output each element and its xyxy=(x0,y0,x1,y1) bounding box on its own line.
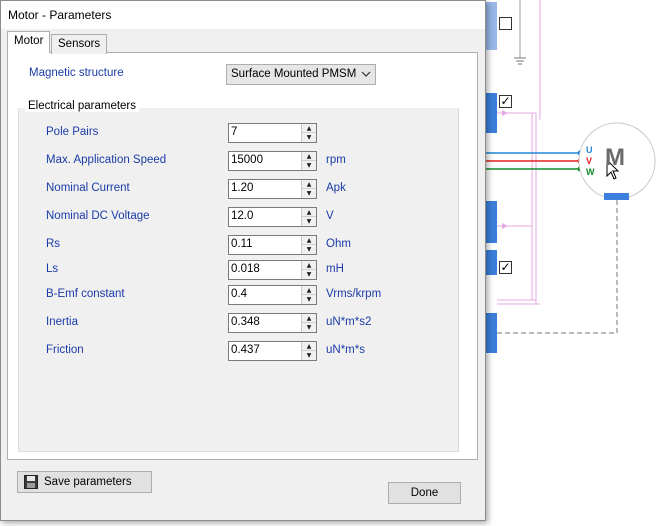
spin-up-icon[interactable]: ▲ xyxy=(302,236,316,245)
inertia-label: Inertia xyxy=(46,316,78,328)
friction-unit: uN*m*s xyxy=(326,344,365,356)
chevron-down-icon xyxy=(361,66,371,85)
ls-unit: mH xyxy=(326,263,344,275)
spin-buttons: ▲ ▼ xyxy=(301,286,316,304)
bemf-constant-input[interactable]: 0.4 ▲ ▼ xyxy=(228,285,317,305)
bemf-constant-unit: Vrms/krpm xyxy=(326,288,382,300)
spin-up-icon[interactable]: ▲ xyxy=(302,314,316,323)
spin-up-icon[interactable]: ▲ xyxy=(302,180,316,189)
ls-value: 0.018 xyxy=(231,263,260,275)
spin-buttons: ▲ ▼ xyxy=(301,314,316,332)
window-title: Motor - Parameters xyxy=(8,8,112,22)
spin-up-icon[interactable]: ▲ xyxy=(302,152,316,161)
diagram-block[interactable] xyxy=(486,250,497,275)
diagram-block[interactable] xyxy=(486,201,497,243)
pole-pairs-value: 7 xyxy=(231,126,238,138)
spin-down-icon[interactable]: ▼ xyxy=(302,295,316,304)
spin-down-icon[interactable]: ▼ xyxy=(302,270,316,279)
spin-up-icon[interactable]: ▲ xyxy=(302,124,316,133)
spin-down-icon[interactable]: ▼ xyxy=(302,323,316,332)
ls-input[interactable]: 0.018 ▲ ▼ xyxy=(228,260,317,280)
rs-unit: Ohm xyxy=(326,238,351,250)
spin-buttons: ▲ ▼ xyxy=(301,261,316,279)
spin-buttons: ▲ ▼ xyxy=(301,180,316,198)
pole-pairs-label: Pole Pairs xyxy=(46,126,99,138)
spin-down-icon[interactable]: ▼ xyxy=(302,189,316,198)
phase-w-label: W xyxy=(586,167,595,177)
motor-letter: M xyxy=(605,144,625,171)
spin-buttons: ▲ ▼ xyxy=(301,208,316,226)
magnetic-structure-value: Surface Mounted PMSM xyxy=(231,68,357,80)
motor-parameters-dialog: Motor - Parameters Motor Sensors Magneti… xyxy=(0,0,486,521)
friction-value: 0.437 xyxy=(231,344,260,356)
phase-v-label: V xyxy=(586,156,593,166)
magnetic-structure-label: Magnetic structure xyxy=(29,67,124,79)
spin-up-icon[interactable]: ▲ xyxy=(302,261,316,270)
done-label: Done xyxy=(410,487,439,499)
inertia-input[interactable]: 0.348 ▲ ▼ xyxy=(228,313,317,333)
magnetic-structure-dropdown[interactable]: Surface Mounted PMSM xyxy=(226,64,376,85)
diagram-block[interactable] xyxy=(486,93,497,133)
inertia-value: 0.348 xyxy=(231,316,260,328)
spin-up-icon[interactable]: ▲ xyxy=(302,286,316,295)
checkbox-checked[interactable]: ✓ xyxy=(499,261,512,274)
spin-up-icon[interactable]: ▲ xyxy=(302,342,316,351)
nominal-dc-voltage-value: 12.0 xyxy=(231,210,254,222)
spin-down-icon[interactable]: ▼ xyxy=(302,161,316,170)
floppy-disk-icon xyxy=(24,475,38,489)
spin-down-icon[interactable]: ▼ xyxy=(302,217,316,226)
nominal-current-input[interactable]: 1.20 ▲ ▼ xyxy=(228,179,317,199)
phase-u-label: U xyxy=(586,145,593,155)
rs-input[interactable]: 0.11 ▲ ▼ xyxy=(228,235,317,255)
nominal-dc-voltage-unit: V xyxy=(326,210,334,222)
sensor-link xyxy=(497,200,618,334)
bemf-constant-label: B-Emf constant xyxy=(46,288,125,300)
spin-buttons: ▲ ▼ xyxy=(301,236,316,254)
rs-value: 0.11 xyxy=(231,238,253,250)
spin-down-icon[interactable]: ▼ xyxy=(302,133,316,142)
max-speed-value: 15000 xyxy=(231,154,263,166)
nominal-current-value: 1.20 xyxy=(231,182,254,194)
ls-label: Ls xyxy=(46,263,59,275)
max-speed-unit: rpm xyxy=(326,154,346,166)
max-speed-label: Max. Application Speed xyxy=(46,154,167,166)
inertia-unit: uN*m*s2 xyxy=(326,316,372,328)
save-parameters-label: Save parameters xyxy=(44,476,132,488)
spin-up-icon[interactable]: ▲ xyxy=(302,208,316,217)
diagram-block[interactable] xyxy=(486,313,497,353)
bemf-constant-value: 0.4 xyxy=(231,288,247,300)
tab-motor[interactable]: Motor xyxy=(7,31,51,53)
checkbox-checked[interactable]: ✓ xyxy=(499,95,512,108)
friction-input[interactable]: 0.437 ▲ ▼ xyxy=(228,341,317,361)
spin-buttons: ▲ ▼ xyxy=(301,342,316,360)
electrical-parameters-title: Electrical parameters xyxy=(25,100,140,112)
rs-label: Rs xyxy=(46,238,61,250)
motor-connector xyxy=(604,193,629,200)
nominal-current-unit: Apk xyxy=(326,182,346,194)
spin-down-icon[interactable]: ▼ xyxy=(302,351,316,360)
diagram-block[interactable] xyxy=(486,2,497,50)
max-speed-input[interactable]: 15000 ▲ ▼ xyxy=(228,151,317,171)
nominal-dc-voltage-input[interactable]: 12.0 ▲ ▼ xyxy=(228,207,317,227)
pole-pairs-input[interactable]: 7 ▲ ▼ xyxy=(228,123,317,143)
save-parameters-button[interactable]: Save parameters xyxy=(17,471,152,493)
friction-label: Friction xyxy=(46,344,84,356)
title-bar[interactable]: Motor - Parameters xyxy=(1,1,485,29)
spin-down-icon[interactable]: ▼ xyxy=(302,245,316,254)
done-button[interactable]: Done xyxy=(388,482,461,504)
spin-buttons: ▲ ▼ xyxy=(301,124,316,142)
tab-sensors[interactable]: Sensors xyxy=(51,34,108,54)
spin-buttons: ▲ ▼ xyxy=(301,152,316,170)
nominal-current-label: Nominal Current xyxy=(46,182,130,194)
checkbox-unchecked[interactable] xyxy=(499,17,512,30)
nominal-dc-voltage-label: Nominal DC Voltage xyxy=(46,210,150,222)
